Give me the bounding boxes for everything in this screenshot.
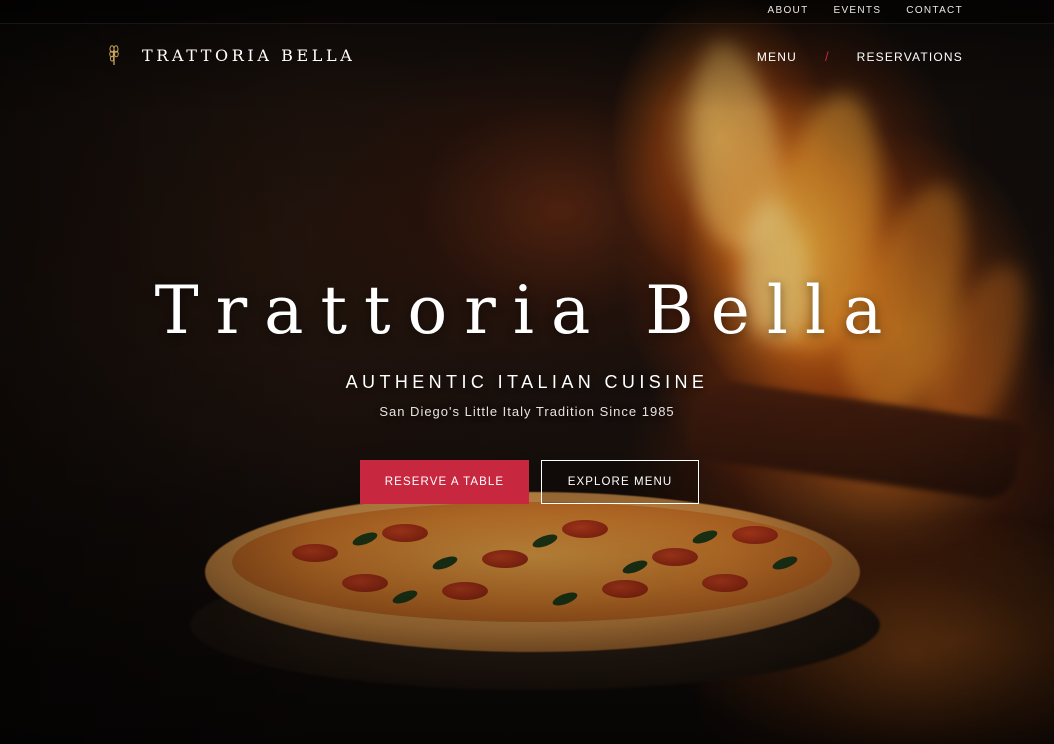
hero-subtitle: San Diego's Little Italy Tradition Since… bbox=[379, 404, 675, 419]
hero-cta-row: RESERVE A TABLE EXPLORE MENU bbox=[360, 460, 699, 504]
wheat-icon bbox=[108, 44, 120, 66]
top-links: ABOUT EVENTS CONTACT bbox=[768, 5, 963, 16]
nav-reservations[interactable]: RESERVATIONS bbox=[857, 50, 963, 64]
top-link-contact[interactable]: CONTACT bbox=[906, 5, 963, 16]
brand-name: TRATTORIA BELLA bbox=[142, 45, 356, 65]
top-utility-bar: ABOUT EVENTS CONTACT bbox=[0, 0, 1054, 24]
reserve-table-button[interactable]: RESERVE A TABLE bbox=[360, 460, 529, 504]
top-link-events[interactable]: EVENTS bbox=[833, 5, 881, 16]
pizza-toppings bbox=[232, 502, 832, 622]
nav-menu[interactable]: MENU bbox=[757, 50, 797, 64]
explore-menu-button[interactable]: EXPLORE MENU bbox=[541, 460, 699, 504]
hero-title: Trattoria Bella bbox=[154, 272, 900, 349]
top-link-about[interactable]: ABOUT bbox=[768, 5, 809, 16]
oven-logs bbox=[686, 377, 1024, 503]
nav-separator: / bbox=[824, 49, 829, 64]
main-nav: MENU / RESERVATIONS bbox=[757, 49, 963, 64]
fire-flame bbox=[675, 34, 795, 256]
brand-logo-link[interactable]: TRATTORIA BELLA bbox=[108, 44, 355, 66]
page: ABOUT EVENTS CONTACT TRATTORIA BELLA MEN… bbox=[0, 0, 1054, 744]
hero-tagline: AUTHENTIC ITALIAN CUISINE bbox=[345, 372, 709, 392]
